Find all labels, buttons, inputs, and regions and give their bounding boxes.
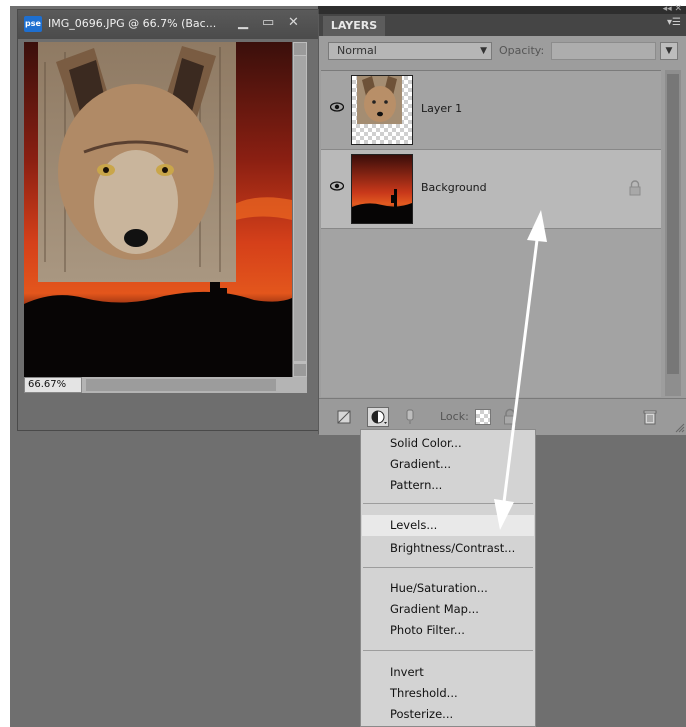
coyote-thumbnail-image xyxy=(357,76,402,124)
document-window: pse IMG_0696.JPG @ 66.7% (Bac... ▁ ▭ ✕ 6… xyxy=(17,9,319,431)
sunset-thumbnail-image xyxy=(352,155,412,223)
tab-layers[interactable]: LAYERS xyxy=(323,16,385,36)
minimize-icon[interactable]: ▁ xyxy=(238,16,248,30)
layer-1-thumbnail xyxy=(351,75,413,145)
background-thumbnail xyxy=(351,154,413,224)
panel-collapse-icon[interactable]: ◂◂ ✕ xyxy=(663,4,682,14)
menu-item-hue-saturation[interactable]: Hue/Saturation... xyxy=(390,581,488,595)
layer-mask-icon[interactable] xyxy=(401,408,419,426)
document-horizontal-scrollbar[interactable] xyxy=(86,379,276,391)
menu-item-gradient-map[interactable]: Gradient Map... xyxy=(390,602,479,616)
menu-separator xyxy=(363,650,533,651)
menu-item-gradient[interactable]: Gradient... xyxy=(390,457,451,471)
chevron-down-icon: ▼ xyxy=(480,46,487,56)
menu-item-pattern[interactable]: Pattern... xyxy=(390,478,442,492)
adjustment-layer-menu: Solid Color... Gradient... Pattern... Le… xyxy=(360,429,536,727)
blend-mode-dropdown[interactable]: Normal ▼ xyxy=(328,42,492,60)
lock-transparency-icon[interactable] xyxy=(475,409,491,425)
menu-item-threshold[interactable]: Threshold... xyxy=(390,686,458,700)
page-margin-left xyxy=(0,0,10,727)
document-status-bar: 66.67% xyxy=(24,377,307,393)
panel-menu-icon[interactable]: ▾☰ xyxy=(667,17,681,28)
document-title-bar[interactable]: pse IMG_0696.JPG @ 66.7% (Bac... ▁ ▭ ✕ xyxy=(18,10,318,39)
composite-image xyxy=(24,42,292,377)
panel-tab-bar: LAYERS ▾☰ xyxy=(319,14,686,36)
new-layer-icon[interactable] xyxy=(335,408,353,426)
adjustment-layer-icon xyxy=(371,410,387,424)
trash-icon[interactable] xyxy=(641,408,659,426)
layer-list: Layer 1 Background xyxy=(321,70,661,397)
panel-bin-header: ◂◂ ✕ xyxy=(318,4,686,14)
opacity-label: Opacity: xyxy=(499,44,545,57)
lock-all-icon[interactable] xyxy=(501,408,519,426)
lock-icon xyxy=(629,180,641,196)
resize-grip-icon[interactable] xyxy=(675,423,685,433)
layer-row-layer-1[interactable]: Layer 1 xyxy=(321,71,661,150)
opacity-input[interactable] xyxy=(551,42,656,60)
menu-item-posterize[interactable]: Posterize... xyxy=(390,707,453,721)
scroll-up-arrow[interactable] xyxy=(294,43,306,55)
layer-name: Layer 1 xyxy=(421,102,463,115)
layer-row-background[interactable]: Background xyxy=(321,150,661,229)
app-icon: pse xyxy=(24,16,42,32)
blend-mode-value: Normal xyxy=(337,44,377,57)
eye-icon[interactable] xyxy=(330,102,344,112)
layers-scrollbar[interactable] xyxy=(665,70,681,396)
scroll-thumb[interactable] xyxy=(294,56,306,361)
lock-label: Lock: xyxy=(440,410,469,423)
scroll-thumb[interactable] xyxy=(667,74,679,374)
image-canvas[interactable] xyxy=(24,42,292,377)
layers-panel: LAYERS ▾☰ Normal ▼ Opacity: ▼ Layer 1 Ba… xyxy=(318,14,686,435)
close-icon[interactable]: ✕ xyxy=(288,16,299,30)
zoom-level-field[interactable]: 66.67% xyxy=(24,377,82,393)
new-adjustment-layer-button[interactable] xyxy=(367,407,389,427)
menu-item-photo-filter[interactable]: Photo Filter... xyxy=(390,623,465,637)
menu-item-solid-color[interactable]: Solid Color... xyxy=(390,436,462,450)
menu-item-levels[interactable]: Levels... xyxy=(362,515,534,536)
document-title: IMG_0696.JPG @ 66.7% (Bac... xyxy=(48,17,217,30)
layer-name: Background xyxy=(421,181,487,194)
menu-item-brightness-contrast[interactable]: Brightness/Contrast... xyxy=(390,541,515,555)
opacity-dropdown-button[interactable]: ▼ xyxy=(660,42,678,60)
menu-separator xyxy=(363,567,533,568)
maximize-icon[interactable]: ▭ xyxy=(262,16,274,30)
scroll-down-arrow[interactable] xyxy=(294,364,306,376)
menu-separator xyxy=(363,503,533,504)
document-vertical-scrollbar[interactable] xyxy=(293,42,307,377)
eye-icon[interactable] xyxy=(330,181,344,191)
menu-item-invert[interactable]: Invert xyxy=(390,665,424,679)
